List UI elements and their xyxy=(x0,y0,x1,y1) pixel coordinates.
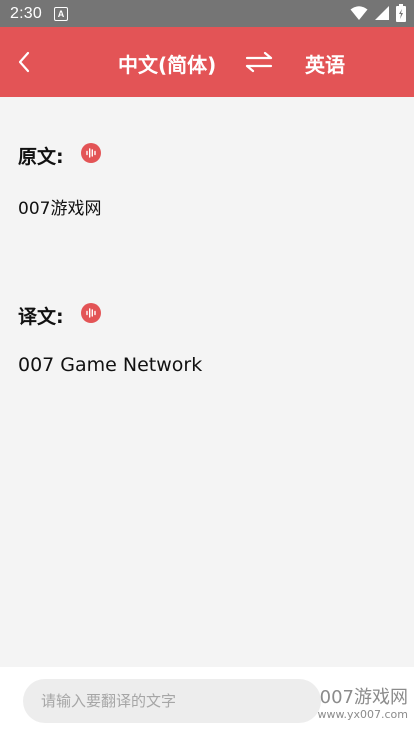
translation-audio-button[interactable] xyxy=(81,303,101,323)
swap-icon xyxy=(245,51,273,73)
battery-icon xyxy=(396,4,406,22)
app-bar: 中文(简体) 英语 xyxy=(0,27,414,97)
translation-label: 译文: xyxy=(18,306,64,328)
audio-wave-icon xyxy=(86,308,96,318)
status-bar: 2:30 A xyxy=(0,0,414,27)
signal-icon xyxy=(375,6,389,20)
swap-languages-button[interactable] xyxy=(244,50,274,74)
back-arrow-icon xyxy=(18,51,30,73)
source-language-selector[interactable]: 中文(简体) xyxy=(118,49,216,78)
status-time: 2:30 xyxy=(10,4,42,22)
input-bar: 007游戏网 www.yx007.com xyxy=(0,667,414,736)
original-audio-button[interactable] xyxy=(81,143,101,163)
back-button[interactable] xyxy=(12,49,38,75)
watermark-line1: 007游戏网 xyxy=(319,687,408,708)
watermark: 007游戏网 www.yx007.com xyxy=(317,687,408,722)
translation-text: 007 Game Network xyxy=(18,354,203,376)
wifi-icon xyxy=(350,6,368,20)
original-label: 原文: xyxy=(18,146,64,168)
translate-input-field[interactable] xyxy=(23,679,321,723)
audio-wave-icon xyxy=(86,148,96,158)
watermark-line2: www.yx007.com xyxy=(317,708,408,721)
target-language-selector[interactable]: 英语 xyxy=(305,49,345,78)
notification-badge: A xyxy=(53,6,68,21)
original-text: 007游戏网 xyxy=(18,199,102,219)
translation-content: 原文: 007游戏网 译文: 007 Game Network xyxy=(0,97,414,667)
status-icons xyxy=(350,4,406,22)
